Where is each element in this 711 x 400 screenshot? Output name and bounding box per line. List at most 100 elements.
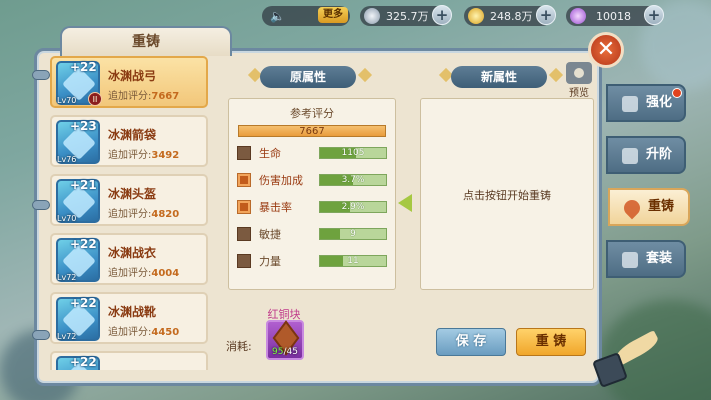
- original-attrs-title: 原属性: [260, 66, 356, 88]
- equipment-level: Lv70: [57, 214, 77, 223]
- quill-ink-decoration: [592, 330, 666, 388]
- attr-name: 生命: [259, 147, 281, 160]
- ref-score-title: 参考评分: [290, 107, 334, 120]
- cost-label: 消耗:: [226, 340, 252, 353]
- equipment-score-row: 追加评分:4820: [108, 209, 180, 220]
- attr-value-bar: 2.9%: [319, 201, 387, 213]
- tab-upgrade[interactable]: 升阶: [606, 136, 686, 174]
- arrow-left-icon: [398, 192, 420, 214]
- eye-icon: [566, 62, 592, 84]
- silver-coin-icon: [364, 8, 380, 24]
- title-ornament: [548, 67, 564, 83]
- title-ornament: [357, 67, 373, 83]
- currency-gold: 248.8万 +: [464, 5, 556, 26]
- save-button[interactable]: 保 存: [436, 328, 506, 356]
- binder-ring: [32, 330, 50, 340]
- binder-ring: [32, 200, 50, 210]
- tab-label: 重铸: [648, 199, 675, 214]
- enhance-level: +22: [70, 237, 97, 251]
- tab-label: 升阶: [646, 147, 673, 162]
- attr-row: 力量 11: [237, 251, 389, 271]
- equipment-level: Lv76: [57, 155, 77, 164]
- attr-name: 力量: [259, 255, 281, 268]
- more-button[interactable]: 更多: [318, 7, 348, 23]
- attr-row: 生命 1105: [237, 143, 389, 163]
- equipment-name: 冰渊箭袋: [108, 128, 157, 142]
- equipment-level: Lv72: [57, 332, 77, 341]
- lock-checkbox[interactable]: [237, 200, 251, 214]
- upgrade-icon: [622, 148, 638, 164]
- equipment-score-row: 追加评分:4450: [108, 327, 180, 338]
- tab-label: 强化: [646, 95, 673, 110]
- equipment-list[interactable]: +22 Lv70 II 冰渊战弓 追加评分:7667 +23 Lv76 冰渊箭袋…: [50, 56, 208, 370]
- attr-value-bar: 11: [319, 255, 387, 267]
- attr-value-bar: 9: [319, 228, 387, 240]
- equipment-item[interactable]: +23 Lv76 冰渊箭袋 追加评分:3492: [50, 115, 208, 167]
- equipment-item[interactable]: +22 Lv72 冰渊战衣 追加评分:4004: [50, 233, 208, 285]
- preview-label: 预览: [569, 88, 589, 99]
- equipment-score-row: 追加评分:7667: [108, 91, 180, 102]
- attr-name: 敏捷: [259, 228, 281, 241]
- speaker-icon[interactable]: 🔈: [270, 9, 285, 23]
- add-gem-button[interactable]: +: [644, 5, 664, 25]
- attr-name: 暴击率: [259, 201, 292, 214]
- enhance-level: +22: [70, 296, 97, 310]
- attr-value-bar: 1105: [319, 147, 387, 159]
- set-icon: [622, 252, 638, 268]
- add-silver-button[interactable]: +: [432, 5, 452, 25]
- equipment-item[interactable]: +22: [50, 351, 208, 370]
- add-gold-button[interactable]: +: [536, 5, 556, 25]
- notification-dot: [672, 88, 682, 98]
- panel-title: 重铸: [60, 26, 232, 56]
- new-attrs-title: 新属性: [451, 66, 547, 88]
- tab-set[interactable]: 套装: [606, 240, 686, 278]
- flame-icon: [620, 196, 644, 220]
- equipment-item[interactable]: +22 Lv70 II 冰渊战弓 追加评分:7667: [50, 56, 208, 108]
- recast-button[interactable]: 重 铸: [516, 328, 586, 356]
- grade-badge: II: [88, 92, 102, 106]
- equipment-level: Lv72: [57, 273, 77, 282]
- currency-value: 248.8万: [490, 10, 533, 23]
- binder-ring: [32, 70, 50, 80]
- recast-content: 原属性 新属性 预览 参考评分 7667 生命 1105 伤害加成 3.7% 暴…: [220, 62, 600, 374]
- recast-hint: 点击按钮开始重铸: [463, 189, 551, 202]
- attr-value-bar: 3.7%: [319, 174, 387, 186]
- lock-checkbox[interactable]: [237, 254, 251, 268]
- material-slot[interactable]: 95/45: [266, 320, 304, 360]
- material-count: 95/45: [272, 347, 298, 357]
- equipment-name: 冰渊战靴: [108, 305, 157, 319]
- currency-value: 10018: [596, 9, 631, 23]
- new-attrs-panel: 点击按钮开始重铸: [420, 98, 594, 290]
- equipment-name: 冰渊头盔: [108, 187, 157, 201]
- ref-score-bar: 7667: [238, 125, 386, 137]
- lock-checkbox[interactable]: [237, 227, 251, 241]
- tab-recast[interactable]: 重铸: [608, 188, 690, 226]
- equipment-score-row: 追加评分:3492: [108, 150, 180, 161]
- lock-checkbox[interactable]: [237, 146, 251, 160]
- attr-row: 伤害加成 3.7%: [237, 170, 389, 190]
- equipment-name: 冰渊战衣: [108, 246, 157, 260]
- currency-silver: 325.7万 +: [360, 5, 452, 26]
- equipment-item[interactable]: +22 Lv72 冰渊战靴 追加评分:4450: [50, 292, 208, 344]
- attr-name: 伤害加成: [259, 174, 303, 187]
- enhance-level: +23: [70, 119, 97, 133]
- equipment-item[interactable]: +21 Lv70 冰渊头盔 追加评分:4820: [50, 174, 208, 226]
- tab-label: 套装: [646, 251, 673, 266]
- lock-checkbox[interactable]: [237, 173, 251, 187]
- gold-ingot-icon: [468, 8, 484, 24]
- purple-gem-icon: [570, 8, 586, 24]
- equipment-score-row: 追加评分:4004: [108, 268, 180, 279]
- hammer-icon: [622, 96, 638, 112]
- original-attrs-panel: 参考评分 7667 生命 1105 伤害加成 3.7% 暴击率 2.9% 敏捷 …: [228, 98, 396, 290]
- enhance-level: +22: [70, 355, 97, 369]
- preview-button[interactable]: 预览: [562, 62, 596, 99]
- equipment-level: Lv70: [57, 96, 77, 105]
- currency-value: 325.7万: [386, 10, 429, 23]
- tab-enhance[interactable]: 强化: [606, 84, 686, 122]
- close-button[interactable]: ✕: [588, 32, 624, 68]
- attr-row: 暴击率 2.9%: [237, 197, 389, 217]
- attr-row: 敏捷 9: [237, 224, 389, 244]
- equipment-name: 冰渊战弓: [108, 69, 157, 83]
- enhance-level: +22: [70, 60, 97, 74]
- enhance-level: +21: [70, 178, 97, 192]
